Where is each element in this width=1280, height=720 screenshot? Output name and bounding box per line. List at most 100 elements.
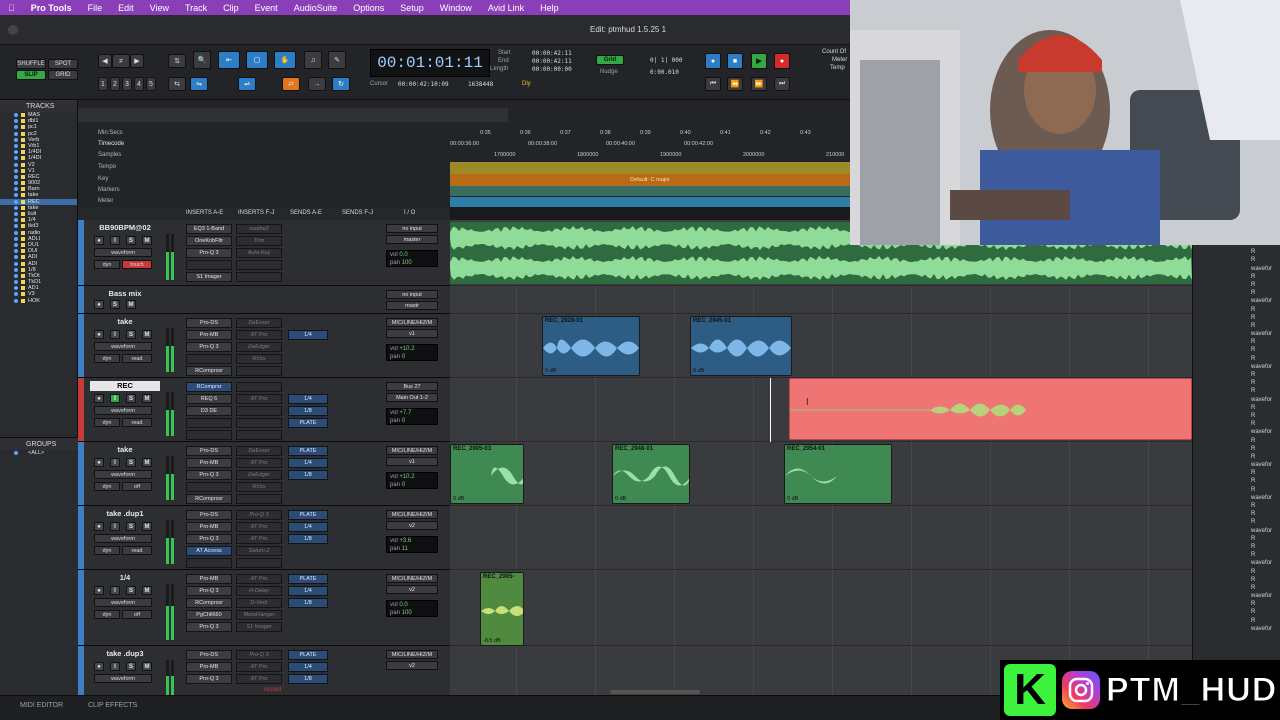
input-monitor-button[interactable]: ● (94, 662, 104, 671)
insert-slot[interactable]: RComprssr (186, 598, 232, 608)
track-show-icon[interactable] (14, 187, 18, 192)
track-show-icon[interactable] (14, 162, 18, 167)
clip-gain[interactable]: 0 dB (545, 368, 556, 374)
mute-button[interactable]: M (142, 236, 152, 245)
length-value[interactable]: 00:00:00:00 (532, 66, 572, 73)
right-strip-item[interactable]: wavefor (1193, 592, 1280, 600)
input-monitor-button[interactable]: ● (94, 394, 104, 403)
track-show-icon[interactable] (14, 205, 18, 210)
send-slot-b[interactable]: 1/4 (288, 330, 328, 340)
track-show-icon[interactable] (14, 113, 18, 117)
output-selector[interactable]: v1 (386, 329, 438, 338)
output-selector[interactable]: master (386, 235, 438, 244)
zoom-in-icon[interactable]: ▶ (130, 54, 144, 68)
insert-slot-fj[interactable]: AT Pro (236, 330, 282, 340)
right-strip-item[interactable]: R (1193, 420, 1280, 428)
right-strip-item[interactable]: wavefor (1193, 559, 1280, 567)
insert-slot[interactable]: RComprsr (186, 382, 232, 392)
clip-gain[interactable]: 0 dB (453, 496, 464, 502)
insert-slot[interactable]: Pro-MB (186, 574, 232, 584)
volume-pan-display[interactable]: vol +3.6 pan 11 (386, 536, 438, 553)
volume-pan-display[interactable]: vol +7.7 pan 0 (386, 408, 438, 425)
right-strip-item[interactable]: R (1193, 551, 1280, 559)
insert-slot-fj[interactable]: AT Pro (236, 534, 282, 544)
track-show-icon[interactable] (14, 131, 18, 136)
fast-forward-icon[interactable]: ⏩ (751, 77, 767, 91)
volume-value[interactable]: +3.6 (399, 538, 411, 544)
clip-rec-2945[interactable]: REC_2945-01 0 dB (690, 316, 792, 376)
send-slot-a[interactable]: PLATE (288, 446, 328, 456)
send-slot-c[interactable]: 1/8 (288, 598, 328, 608)
insert-slot-fj[interactable] (236, 406, 282, 416)
menu-file[interactable]: File (80, 3, 111, 13)
play-icon[interactable]: ▶ (751, 53, 767, 69)
menu-window[interactable]: Window (432, 3, 480, 13)
track-show-icon[interactable] (14, 156, 18, 161)
menu-clip[interactable]: Clip (215, 3, 247, 13)
insert-slot[interactable] (186, 558, 232, 568)
right-strip-item[interactable]: R (1193, 608, 1280, 616)
clip-rec-2905-03[interactable]: REC_2905-03 0 dB (450, 444, 524, 504)
online-icon[interactable]: ● (705, 53, 721, 69)
send-slot-c[interactable]: 1/8 (288, 406, 328, 416)
insert-slot[interactable] (186, 430, 232, 440)
mute-button[interactable]: M (142, 586, 152, 595)
output-selector[interactable]: v2 (386, 661, 438, 670)
zoom-preset-1[interactable]: 1 (98, 77, 108, 91)
tempo-label[interactable]: Temp (830, 65, 845, 71)
nudge-label[interactable]: Nudge (600, 69, 618, 75)
menu-app-name[interactable]: Pro Tools (23, 3, 80, 13)
solo-button[interactable]: S (126, 586, 136, 595)
right-strip-item[interactable]: R (1193, 518, 1280, 526)
send-slot-b[interactable]: 1/4 (288, 522, 328, 532)
track-show-icon[interactable] (14, 242, 18, 247)
insert-slot-fj[interactable]: H-Delay (236, 586, 282, 596)
insert-slot[interactable]: D3 DE (186, 406, 232, 416)
tracks-panel-title[interactable]: TRACKS (0, 100, 77, 112)
track-name[interactable]: REC (90, 381, 160, 391)
input-button[interactable]: I (110, 662, 120, 671)
mute-button[interactable]: M (126, 300, 136, 309)
clip-rec-2905[interactable]: REC_2905- -8.5 dB (480, 572, 524, 646)
playlist-button[interactable]: dyn (94, 482, 120, 491)
insert-slot-fj[interactable]: DeEdger (236, 342, 282, 352)
right-strip-item[interactable]: R (1193, 502, 1280, 510)
track-view-selector[interactable]: waveform (94, 342, 152, 351)
clip-effects-tab[interactable]: CLIP EFFECTS (88, 702, 137, 709)
track-view-selector[interactable]: waveform (94, 674, 152, 683)
loop-icon[interactable]: ↻ (332, 77, 350, 91)
shuffle-mode-button[interactable]: SHUFFLE (16, 59, 46, 69)
universe-view[interactable] (78, 108, 508, 122)
pencil-tool-icon[interactable]: ✎ (328, 51, 346, 69)
insert-slot-fj[interactable] (236, 418, 282, 428)
right-strip-item[interactable]: wavefor (1193, 396, 1280, 404)
ruler-minsecs-label[interactable]: Min:Secs (78, 128, 450, 139)
insert-slot[interactable]: RComprssr (186, 366, 232, 376)
track-show-icon[interactable] (14, 255, 18, 260)
track-row[interactable]: REC ● I S Mwaveform dyn read RComprsr REQ 6 D3 DE… (78, 378, 450, 442)
ruler-samples-label[interactable]: Samples (78, 150, 450, 161)
volume-value[interactable]: 0.0 (399, 252, 407, 258)
insert-slot-fj[interactable]: D-Verb (236, 598, 282, 608)
go-to-end-icon[interactable]: ⏭ (774, 77, 790, 91)
mute-button[interactable]: M (142, 330, 152, 339)
insert-slot-fj[interactable]: RVox (236, 482, 282, 492)
ruler-timecode-label[interactable]: Timecode (78, 139, 450, 150)
right-strip-item[interactable]: R (1193, 568, 1280, 576)
insert-slot[interactable]: Pro-Q 3 (186, 248, 232, 258)
output-selector[interactable]: v1 (386, 457, 438, 466)
close-window-icon[interactable] (8, 25, 18, 35)
input-monitor-button[interactable]: ● (94, 330, 104, 339)
insert-slot-fj[interactable] (236, 558, 282, 568)
key-ruler[interactable]: Default: C major (450, 174, 850, 186)
insert-slot[interactable]: Pro-MB (186, 662, 232, 672)
output-selector[interactable]: v2 (386, 521, 438, 530)
input-button[interactable]: I (110, 330, 120, 339)
right-strip-item[interactable]: wavefor (1193, 265, 1280, 273)
grid-mode-button[interactable]: GRID (48, 70, 78, 80)
track-row[interactable]: take ● I S Mwaveform dyn read Pro-DS Pro-MB Pro-Q… (78, 314, 450, 378)
track-show-icon[interactable] (14, 193, 18, 198)
pan-value[interactable]: 11 (402, 546, 408, 552)
input-selector[interactable]: no input (386, 290, 438, 299)
track-show-icon[interactable] (14, 137, 18, 142)
